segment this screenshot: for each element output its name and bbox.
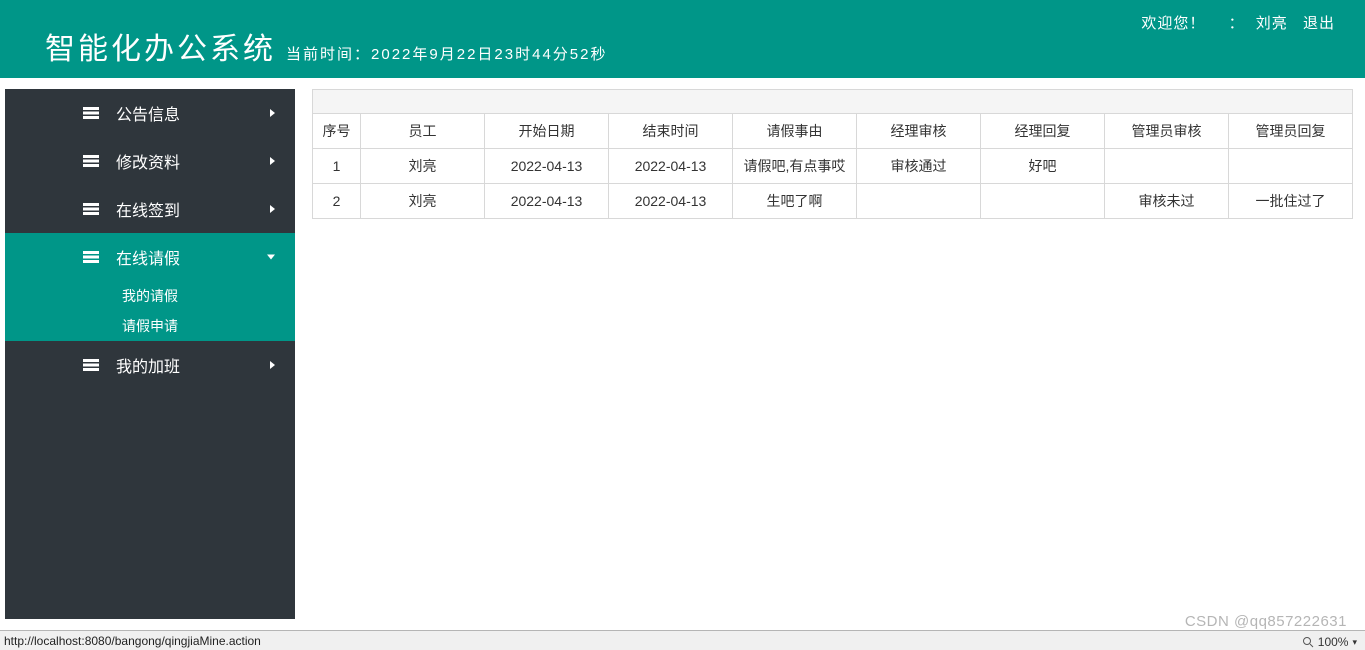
- sidebar-item-label: 我的加班: [116, 353, 184, 377]
- table-cell: [857, 184, 981, 219]
- table-cell: [981, 184, 1105, 219]
- watermark: CSDN @qq857222631: [1185, 613, 1347, 630]
- submenu-item-1[interactable]: 请假申请: [5, 311, 295, 341]
- sidebar-item-label: 修改资料: [116, 149, 184, 173]
- table-cell: [1229, 149, 1353, 184]
- table-cell: 审核未过: [1105, 184, 1229, 219]
- table-cell: 2022-04-13: [485, 184, 609, 219]
- username-link[interactable]: 刘亮: [1256, 15, 1288, 32]
- chevron-right-icon: [270, 361, 275, 369]
- chevron-down-icon: [267, 255, 275, 260]
- header-main: 智能化办公系统 当前时间：2022年9月22日23时44分52秒: [0, 0, 1365, 68]
- table-row[interactable]: 2刘亮2022-04-132022-04-13生吧了啊审核未过一批住过了: [313, 184, 1353, 219]
- header: 欢迎您！ ： 刘亮 退出 智能化办公系统 当前时间：2022年9月22日23时4…: [0, 0, 1365, 78]
- col-header: 请假事由: [733, 114, 857, 149]
- bars-icon: [83, 251, 99, 263]
- col-header: 经理回复: [981, 114, 1105, 149]
- chevron-right-icon: [270, 109, 275, 117]
- sidebar: 公告信息修改资料在线签到在线请假我的请假请假申请我的加班: [0, 78, 300, 630]
- zoom-value: 100%: [1318, 635, 1349, 649]
- sidebar-item-0[interactable]: 公告信息: [5, 89, 295, 137]
- logout-link[interactable]: 退出: [1303, 15, 1335, 32]
- col-header: 管理员回复: [1229, 114, 1353, 149]
- col-header: 经理审核: [857, 114, 981, 149]
- zoom-indicator[interactable]: 100% ▾: [1302, 635, 1357, 649]
- dropdown-icon[interactable]: ▾: [1352, 637, 1357, 648]
- submenu: 我的请假请假申请: [5, 281, 295, 341]
- sidebar-item-2[interactable]: 在线签到: [5, 185, 295, 233]
- data-table: 序号员工开始日期结束时间请假事由经理审核经理回复管理员审核管理员回复 1刘亮20…: [312, 113, 1353, 219]
- table-cell: 好吧: [981, 149, 1105, 184]
- bars-icon: [83, 155, 99, 167]
- status-url: http://localhost:8080/bangong/qingjiaMin…: [4, 634, 261, 648]
- col-header: 结束时间: [609, 114, 733, 149]
- bars-icon: [83, 203, 99, 215]
- col-header: 管理员审核: [1105, 114, 1229, 149]
- table-cell: 一批住过了: [1229, 184, 1353, 219]
- app-title: 智能化办公系统: [45, 24, 276, 68]
- content: 序号员工开始日期结束时间请假事由经理审核经理回复管理员审核管理员回复 1刘亮20…: [300, 78, 1365, 630]
- table-cell: 刘亮: [361, 184, 485, 219]
- colon: ：: [1229, 15, 1245, 32]
- table-cell: 刘亮: [361, 149, 485, 184]
- status-bar: http://localhost:8080/bangong/qingjiaMin…: [0, 630, 1365, 650]
- welcome-text: 欢迎您！: [1141, 15, 1205, 32]
- nav: 公告信息修改资料在线签到在线请假我的请假请假申请我的加班: [5, 89, 295, 619]
- table-cell: 审核通过: [857, 149, 981, 184]
- chevron-right-icon: [270, 157, 275, 165]
- table-cell: 生吧了啊: [733, 184, 857, 219]
- bars-icon: [83, 359, 99, 371]
- sidebar-item-label: 在线请假: [116, 245, 184, 269]
- magnifier-icon: [1302, 636, 1314, 648]
- top-links: 欢迎您！ ： 刘亮 退出: [1135, 12, 1335, 33]
- subtitle-time: 2022年9月22日23时44分52秒: [371, 46, 607, 63]
- col-header: 序号: [313, 114, 361, 149]
- sidebar-item-label: 在线签到: [116, 197, 184, 221]
- col-header: 员工: [361, 114, 485, 149]
- app-subtitle: 当前时间：2022年9月22日23时44分52秒: [286, 43, 607, 64]
- subtitle-prefix: 当前时间：: [286, 46, 371, 63]
- table-cell: 请假吧,有点事哎: [733, 149, 857, 184]
- table-cell: 2022-04-13: [609, 184, 733, 219]
- submenu-item-0[interactable]: 我的请假: [5, 281, 295, 311]
- sidebar-item-1[interactable]: 修改资料: [5, 137, 295, 185]
- table-cell: [1105, 149, 1229, 184]
- bars-icon: [83, 107, 99, 119]
- table-cell: 2022-04-13: [609, 149, 733, 184]
- table-cell: 2: [313, 184, 361, 219]
- sidebar-item-3[interactable]: 在线请假: [5, 233, 295, 281]
- content-title-bar: [312, 89, 1353, 113]
- sidebar-item-label: 公告信息: [116, 101, 184, 125]
- col-header: 开始日期: [485, 114, 609, 149]
- table-cell: 1: [313, 149, 361, 184]
- sidebar-item-4[interactable]: 我的加班: [5, 341, 295, 389]
- table-row[interactable]: 1刘亮2022-04-132022-04-13请假吧,有点事哎审核通过好吧: [313, 149, 1353, 184]
- chevron-right-icon: [270, 205, 275, 213]
- table-cell: 2022-04-13: [485, 149, 609, 184]
